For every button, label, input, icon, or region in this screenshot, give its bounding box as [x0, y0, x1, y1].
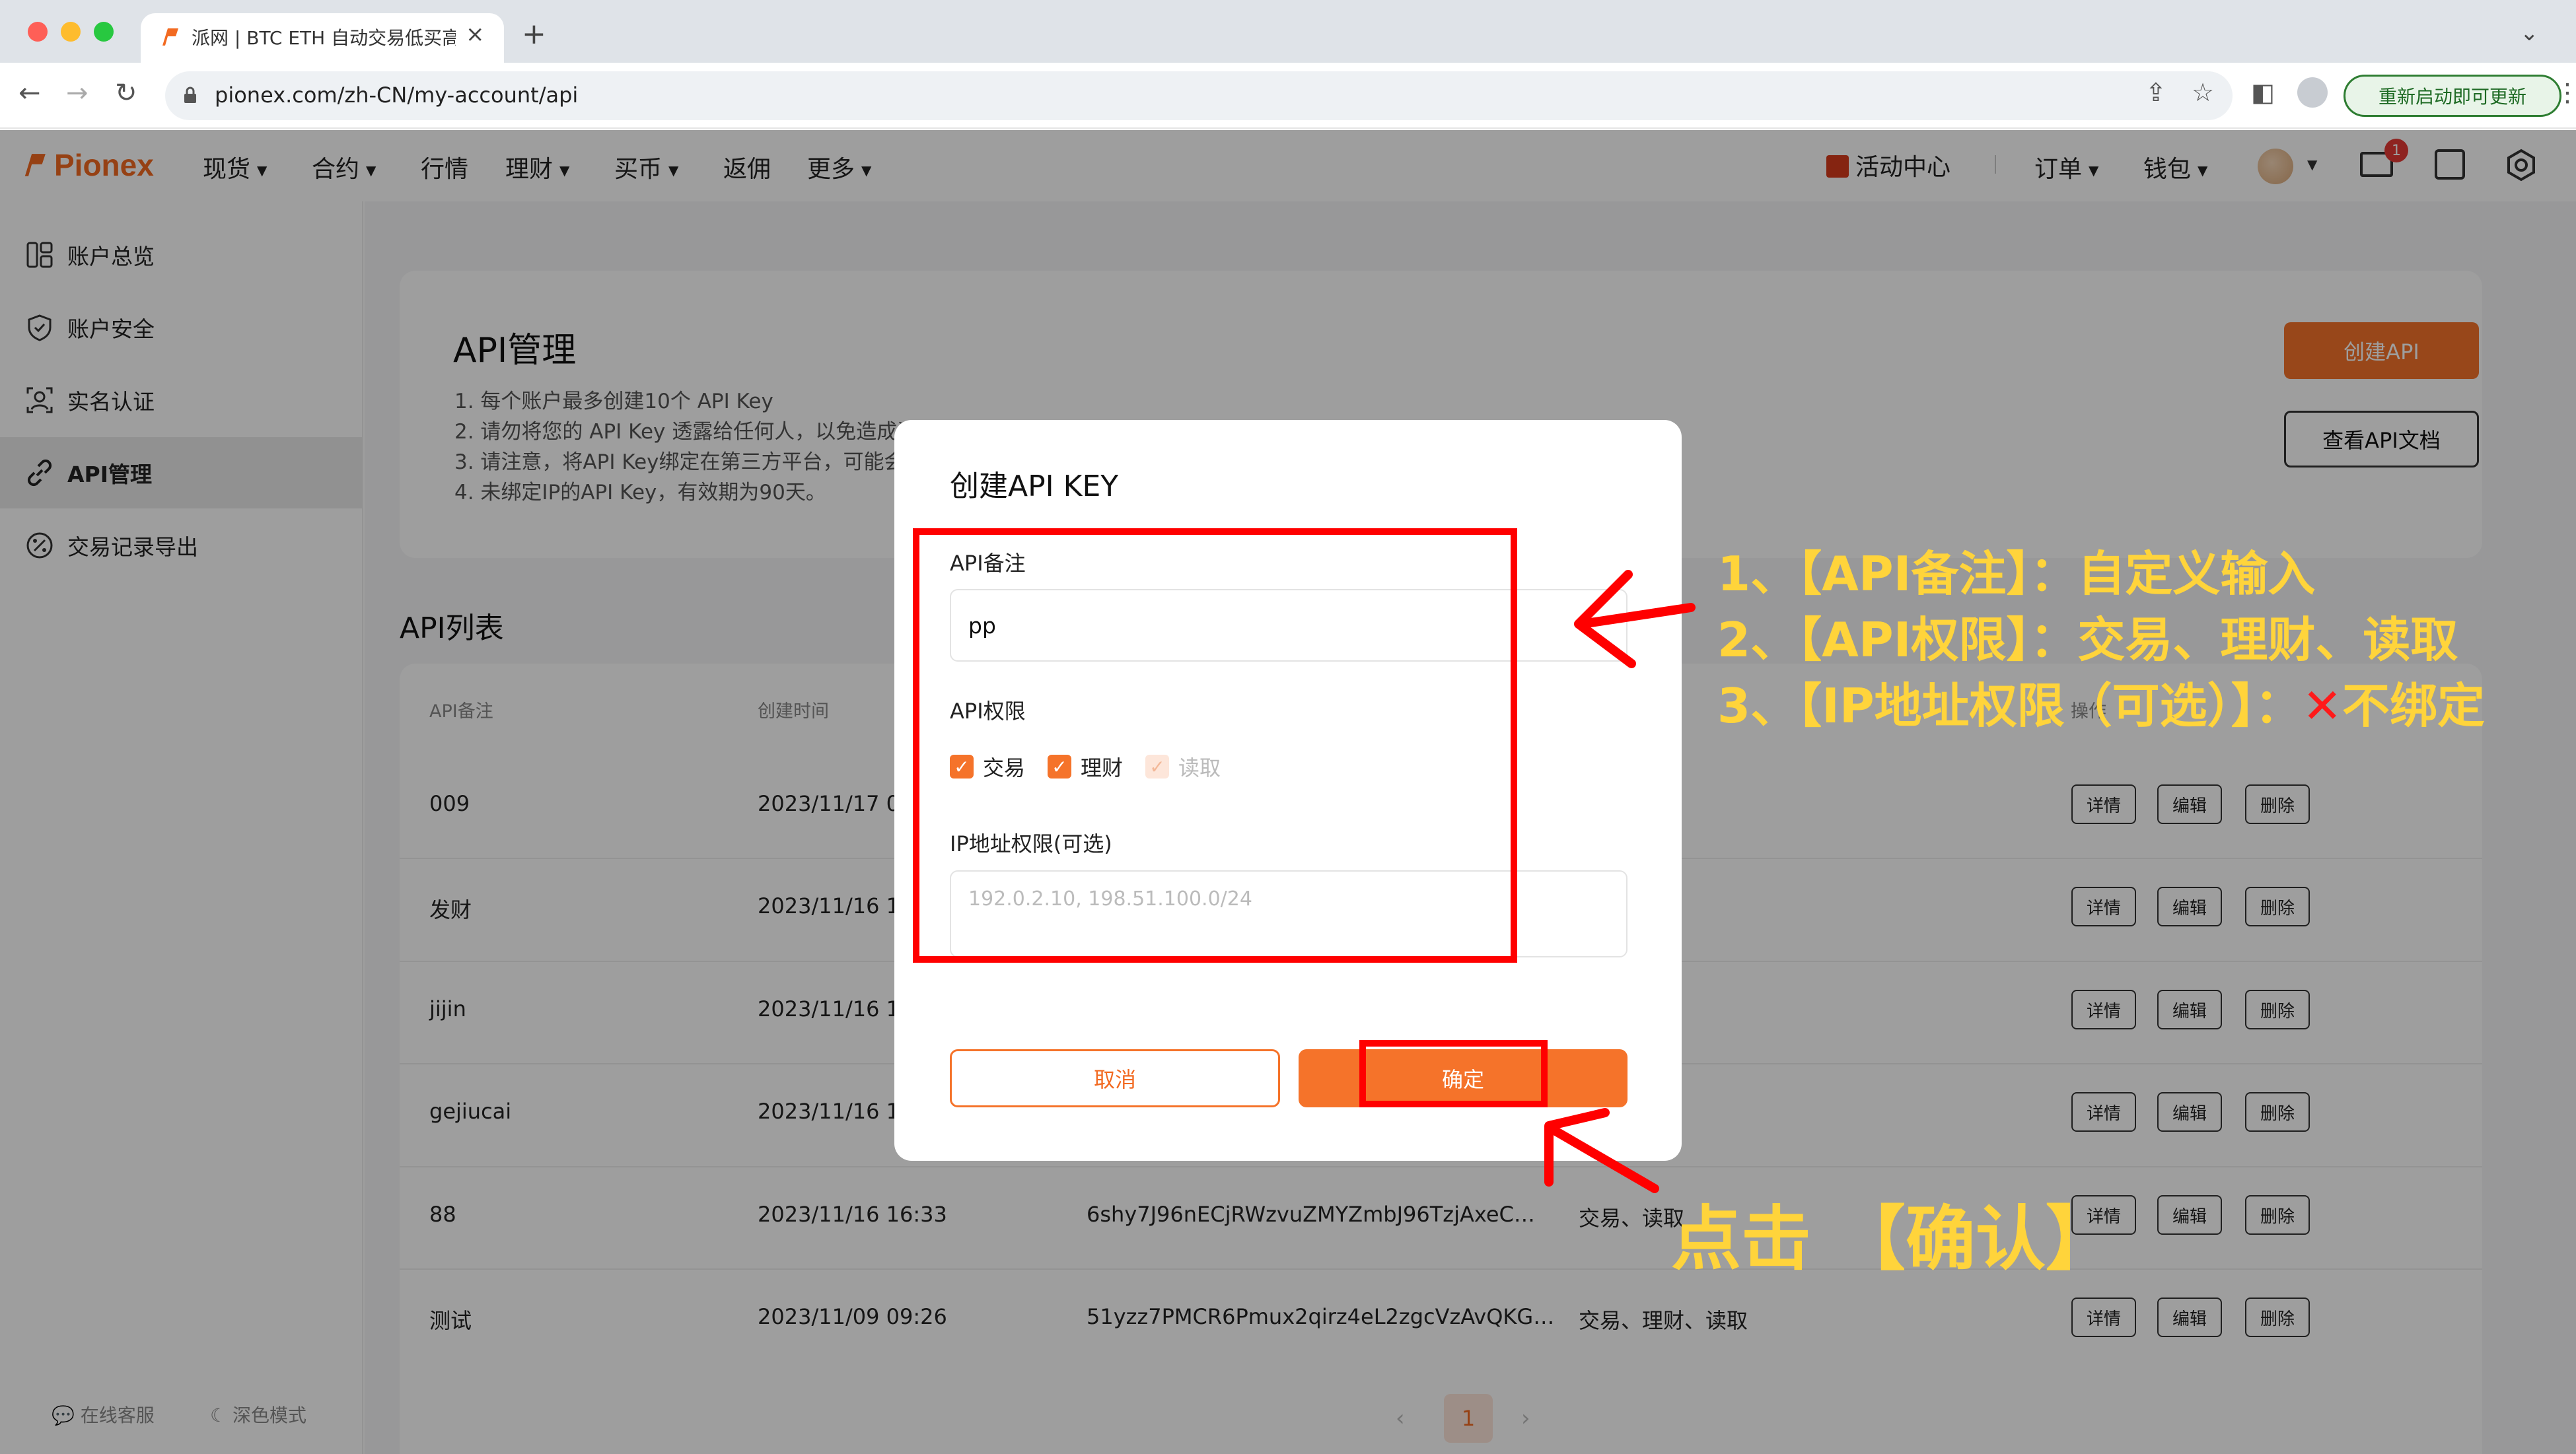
red-cross-icon: ✕ [2302, 678, 2342, 734]
new-tab-icon[interactable]: + [522, 17, 546, 51]
modal-title: 创建API KEY [950, 469, 1119, 503]
url-text: pionex.com/zh-CN/my-account/api [215, 83, 579, 108]
annotation-box-confirm [1359, 1040, 1548, 1107]
share-icon[interactable]: ⇪ [2145, 78, 2166, 107]
update-browser-button[interactable]: 重新启动即可更新 [2343, 75, 2561, 117]
cancel-button[interactable]: 取消 [950, 1049, 1280, 1107]
chevron-down-icon[interactable]: ⌄ [2520, 20, 2539, 46]
annotation-step-1: 1、【API备注】：自定义输入 [1717, 546, 2316, 602]
annotation-step-2: 2、【API权限】：交易、理财、读取 [1717, 612, 2458, 668]
more-menu-icon[interactable]: ⋮ [2555, 78, 2576, 107]
reload-icon[interactable]: ↻ [115, 78, 137, 108]
annotation-step-3: 3、【IP地址权限（可选）】：✕不绑定 [1717, 678, 2486, 734]
back-arrow-icon[interactable]: ← [18, 78, 41, 108]
tab-title: 派网 | BTC ETH 自动交易低买高卖 [192, 27, 456, 49]
sidebar-toggle-icon[interactable]: ◧ [2251, 78, 2275, 107]
profile-icon[interactable] [2297, 77, 2328, 108]
window-zoom-button[interactable] [94, 22, 114, 42]
annotation-click-confirm: 点击 【确认】 [1671, 1198, 2116, 1280]
lock-icon [184, 87, 196, 103]
annotation-box-fields [913, 528, 1517, 963]
window-close-button[interactable] [28, 22, 48, 42]
forward-arrow-icon[interactable]: → [66, 78, 89, 108]
tab-close-icon[interactable]: × [466, 21, 485, 48]
star-icon[interactable]: ☆ [2192, 78, 2214, 107]
window-minimize-button[interactable] [61, 22, 81, 42]
pionex-favicon-icon [162, 28, 178, 46]
